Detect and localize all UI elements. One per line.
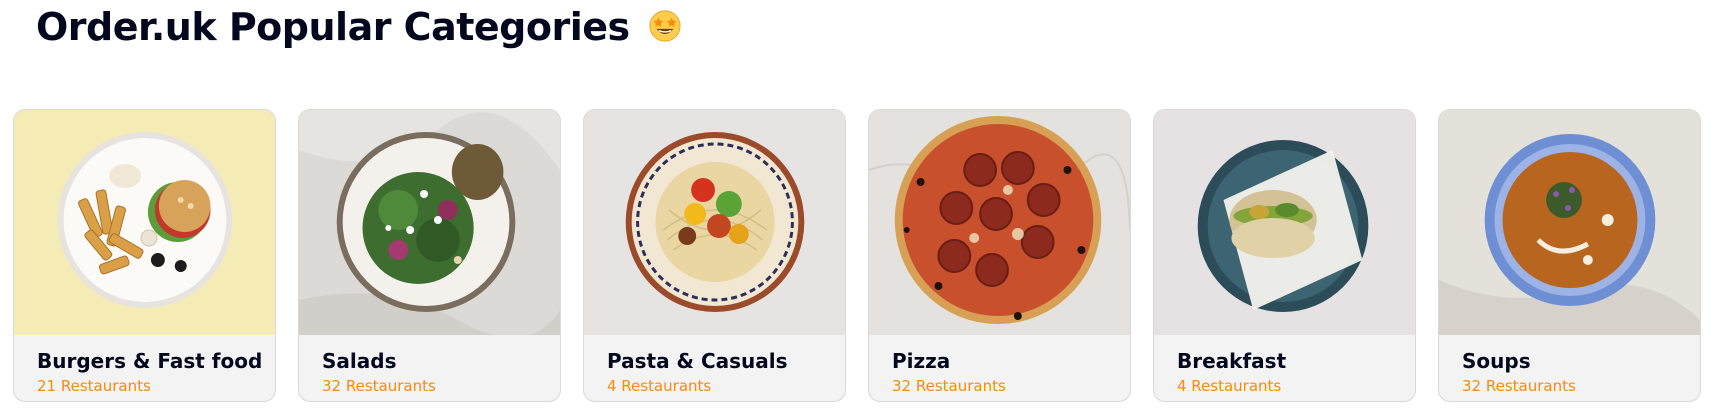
- category-name: Pizza: [892, 349, 951, 373]
- category-name: Soups: [1462, 349, 1531, 373]
- category-restaurant-count: 4 Restaurants: [607, 377, 712, 395]
- category-list: Burgers & Fast food 21 Restaurants Salad…: [13, 109, 1701, 402]
- section-title-text: Order.uk Popular Categories: [36, 5, 630, 49]
- category-info: Pasta & Casuals 4 Restaurants: [584, 335, 845, 396]
- salad-bowl-image: [299, 110, 560, 335]
- category-card-pasta[interactable]: Pasta & Casuals 4 Restaurants: [583, 109, 846, 402]
- category-restaurant-count: 32 Restaurants: [322, 377, 436, 395]
- category-card-burgers[interactable]: Burgers & Fast food 21 Restaurants: [13, 109, 276, 402]
- category-info: Breakfast 4 Restaurants: [1154, 335, 1415, 396]
- category-name: Breakfast: [1177, 349, 1287, 373]
- category-info: Burgers & Fast food 21 Restaurants: [14, 335, 275, 396]
- soup-bowl-image: [1439, 110, 1700, 335]
- category-name: Burgers & Fast food: [37, 349, 263, 373]
- category-info: Soups 32 Restaurants: [1439, 335, 1700, 396]
- section-title: Order.uk Popular Categories: [36, 2, 682, 52]
- burger-fries-image: [14, 110, 275, 335]
- category-info: Salads 32 Restaurants: [299, 335, 560, 396]
- category-restaurant-count: 32 Restaurants: [892, 377, 1006, 395]
- category-name: Salads: [322, 349, 397, 373]
- category-card-breakfast[interactable]: Breakfast 4 Restaurants: [1153, 109, 1416, 402]
- star-struck-emoji-icon: [649, 9, 681, 42]
- category-card-salads[interactable]: Salads 32 Restaurants: [298, 109, 561, 402]
- category-card-pizza[interactable]: Pizza 32 Restaurants: [868, 109, 1131, 402]
- pepperoni-pizza-image: [869, 110, 1130, 335]
- category-name: Pasta & Casuals: [607, 349, 788, 373]
- category-info: Pizza 32 Restaurants: [869, 335, 1130, 396]
- category-restaurant-count: 4 Restaurants: [1177, 377, 1282, 395]
- breakfast-bagel-image: [1154, 110, 1415, 335]
- category-restaurant-count: 32 Restaurants: [1462, 377, 1576, 395]
- pasta-plate-image: [584, 110, 845, 335]
- category-card-soups[interactable]: Soups 32 Restaurants: [1438, 109, 1701, 402]
- category-restaurant-count: 21 Restaurants: [37, 377, 151, 395]
